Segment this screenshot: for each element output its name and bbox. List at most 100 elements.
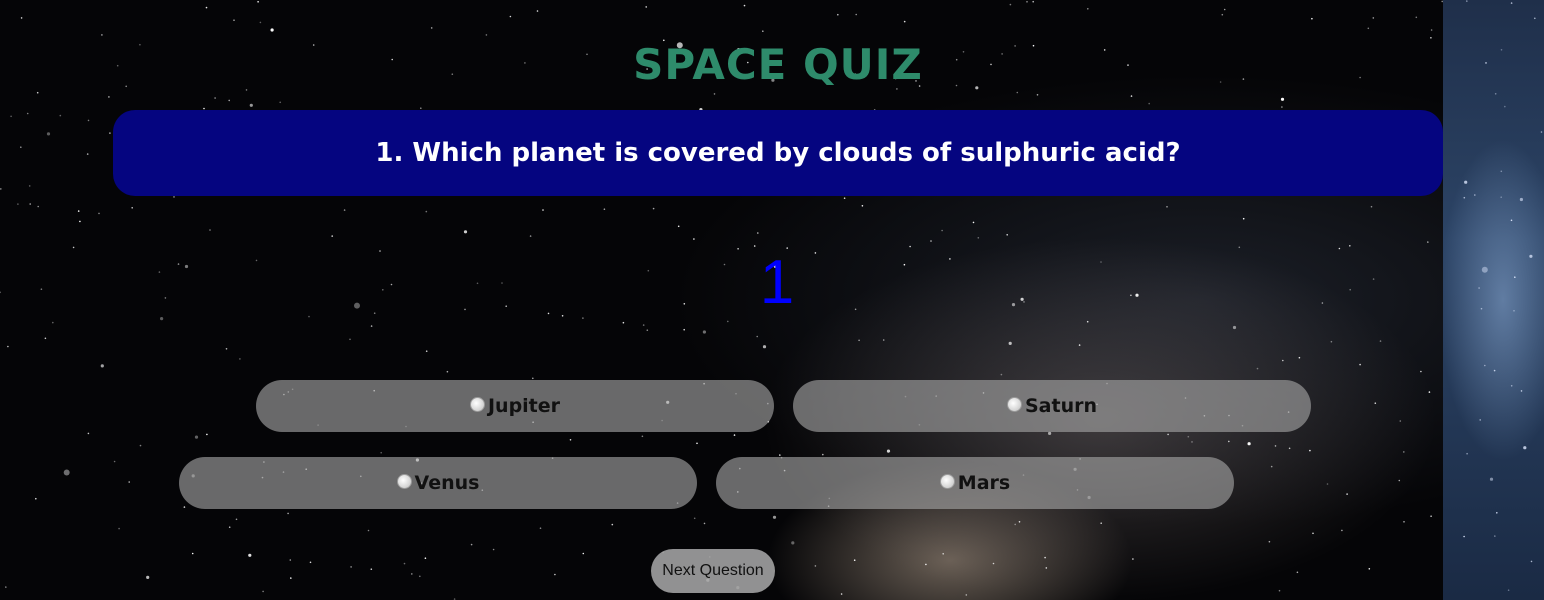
star <box>855 13 857 16</box>
star <box>941 229 943 232</box>
star <box>214 97 216 99</box>
star <box>29 203 32 205</box>
star <box>1256 367 1259 370</box>
star <box>1464 180 1468 184</box>
star <box>463 230 468 234</box>
option-label: Venus <box>414 472 480 494</box>
star <box>26 112 29 115</box>
star <box>1312 532 1314 535</box>
star <box>1228 440 1230 443</box>
star <box>1280 97 1285 101</box>
star <box>569 439 572 441</box>
star <box>1278 589 1281 592</box>
star <box>1009 3 1012 6</box>
star <box>1078 344 1081 346</box>
star <box>146 575 150 580</box>
star <box>1000 373 1003 376</box>
star <box>331 235 334 237</box>
star <box>646 329 649 332</box>
star <box>1500 196 1502 198</box>
star <box>756 335 758 338</box>
star <box>1187 435 1190 438</box>
star <box>191 552 194 555</box>
star <box>733 434 736 436</box>
star <box>44 337 47 340</box>
star <box>367 529 370 532</box>
option-jupiter[interactable]: Jupiter <box>256 380 774 432</box>
option-venus[interactable]: Venus <box>179 457 697 509</box>
star <box>1474 194 1476 196</box>
radio-icon[interactable] <box>469 396 485 412</box>
star <box>309 561 312 564</box>
star <box>693 238 695 240</box>
star <box>37 205 39 208</box>
star <box>470 543 473 546</box>
star <box>1530 560 1533 563</box>
star <box>262 590 264 593</box>
star <box>762 345 767 349</box>
star <box>1288 447 1291 450</box>
star <box>582 552 585 555</box>
star <box>1479 419 1481 421</box>
star <box>683 328 685 331</box>
star <box>205 6 208 9</box>
star <box>882 339 885 341</box>
star <box>1510 219 1513 222</box>
star <box>1494 93 1497 95</box>
star <box>1132 558 1134 560</box>
star <box>757 232 759 234</box>
star <box>972 221 975 224</box>
star <box>762 30 764 32</box>
star <box>1379 340 1382 342</box>
star <box>228 99 230 102</box>
star <box>20 146 22 148</box>
star <box>1500 170 1503 173</box>
star <box>1274 445 1277 447</box>
star <box>1044 556 1046 559</box>
star <box>128 481 130 483</box>
star <box>622 321 625 324</box>
star <box>1367 27 1370 30</box>
star <box>1372 17 1375 19</box>
star <box>1232 325 1237 330</box>
star <box>779 454 781 456</box>
option-mars[interactable]: Mars <box>716 457 1234 509</box>
star <box>1430 29 1433 31</box>
star <box>5 586 7 588</box>
star <box>1242 217 1245 220</box>
next-question-button[interactable]: Next Question <box>651 549 775 593</box>
star <box>532 377 534 380</box>
star <box>370 568 373 570</box>
star <box>1463 196 1466 199</box>
star <box>1520 390 1523 392</box>
star <box>36 91 39 94</box>
star <box>925 563 927 566</box>
star <box>840 593 843 595</box>
star <box>1221 13 1224 16</box>
star <box>425 210 428 213</box>
star <box>1311 17 1313 20</box>
star <box>1036 94 1039 96</box>
star <box>1349 245 1351 247</box>
star <box>1247 442 1251 446</box>
option-saturn[interactable]: Saturn <box>793 380 1311 432</box>
star <box>1368 568 1371 570</box>
star <box>28 185 31 187</box>
star <box>209 229 211 231</box>
radio-icon[interactable] <box>396 473 412 489</box>
radio-icon[interactable] <box>1006 396 1022 412</box>
star <box>652 207 655 210</box>
star <box>743 4 746 7</box>
star <box>1326 483 1329 485</box>
star <box>641 435 644 438</box>
star <box>446 370 449 373</box>
star <box>77 210 80 212</box>
star <box>1370 205 1373 208</box>
star <box>837 13 839 16</box>
star <box>109 132 111 134</box>
radio-icon[interactable] <box>939 473 955 489</box>
star <box>603 208 606 210</box>
star <box>702 330 707 334</box>
star <box>1441 0 1443 3</box>
star <box>233 19 235 22</box>
